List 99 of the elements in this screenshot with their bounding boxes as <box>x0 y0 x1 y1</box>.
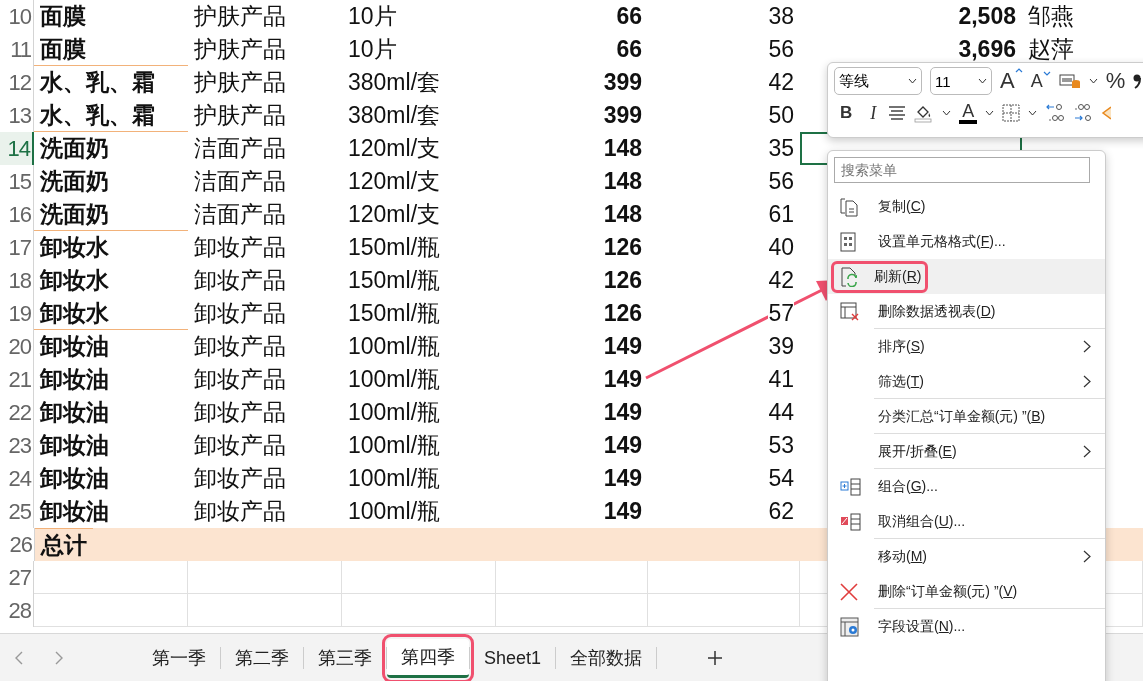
menu-item-label: 组合(G)... <box>877 476 939 496</box>
settings-icon <box>840 616 860 637</box>
scroll-left-icon[interactable] <box>14 651 24 665</box>
table-cell-text: 卸妆产品 <box>193 299 287 328</box>
menu-item-label: 设置单元格格式(F)... <box>877 231 1007 251</box>
align-center-icon[interactable] <box>888 105 907 121</box>
font-size-dropdown[interactable]: 11 <box>930 67 992 95</box>
copy-icon <box>840 196 860 217</box>
table-cell-text: 面膜 <box>39 2 87 31</box>
refresh-icon <box>840 266 860 287</box>
table-cell-text: 卸妆水 <box>39 266 110 295</box>
chevron-down-icon <box>978 78 987 84</box>
table-cell-text: 卸妆产品 <box>193 365 287 394</box>
table-cell-text: 邹燕 <box>1027 2 1075 31</box>
cell-styles-icon[interactable] <box>1058 72 1081 90</box>
row-header[interactable]: 26 <box>0 528 35 561</box>
menu-item[interactable]: 取消组合(U)... <box>828 504 1105 539</box>
sheet-tab[interactable]: 全部数据 <box>556 640 657 676</box>
menu-item[interactable]: 删除“订单金额(元) ”(V) <box>828 574 1105 609</box>
increase-font-button[interactable]: A <box>1000 68 1023 94</box>
table-cell: 卸妆水 <box>34 297 188 330</box>
menu-item-label: 分类汇总“订单金额(元) ”(B) <box>877 406 1047 426</box>
menu-item-label: 筛选(T) <box>877 371 925 391</box>
table-cell-text: 洗面奶 <box>39 134 110 163</box>
table-cell-text: 卸妆油 <box>39 398 110 427</box>
format-cells-icon <box>840 231 856 252</box>
menu-item-label: 取消组合(U)... <box>877 511 967 531</box>
decrease-font-button[interactable]: A <box>1030 70 1051 92</box>
table-cell-text: 卸妆产品 <box>193 497 287 526</box>
italic-button[interactable]: I <box>866 102 881 124</box>
table-cell-text: 卸妆油 <box>39 365 110 394</box>
caret-up-icon <box>1014 68 1023 73</box>
table-cell-text: 护肤产品 <box>193 101 287 130</box>
menu-item[interactable]: 刷新(R) <box>828 259 1105 294</box>
table-cell-text: 卸妆油 <box>39 431 110 460</box>
chevron-down-icon[interactable] <box>1028 110 1038 116</box>
table-cell-text: 卸妆产品 <box>193 398 287 427</box>
bold-button[interactable]: B <box>834 103 859 123</box>
chevron-down-icon[interactable] <box>1088 78 1098 84</box>
menu-item-label: 刷新(R) <box>834 263 926 290</box>
close-icon <box>840 582 858 601</box>
font-dropdown[interactable]: 等线 <box>834 67 922 95</box>
menu-item[interactable]: 复制(C) <box>828 189 1105 224</box>
table-cell-text: 卸妆油 <box>39 332 110 361</box>
table-cell-text: 护肤产品 <box>193 35 287 64</box>
scroll-right-icon[interactable] <box>54 651 64 665</box>
table-cell-text: 护肤产品 <box>193 68 287 97</box>
menu-item[interactable]: 删除数据透视表(D) <box>828 294 1105 329</box>
table-cell-text: 洗面奶 <box>39 167 110 196</box>
group-icon <box>840 477 862 496</box>
caret-down-icon <box>1042 70 1051 76</box>
add-sheet-icon[interactable] <box>707 650 724 666</box>
menu-item[interactable]: 组合(G)... <box>828 469 1105 504</box>
table-cell-text: 水、乳、霜 <box>38 68 156 97</box>
sheet-tab[interactable]: 第二季 <box>221 640 303 676</box>
menu-item[interactable]: 排序(S) <box>828 329 1105 364</box>
menu-search-field[interactable]: 搜索菜单 <box>834 157 1090 183</box>
menu-item-label: 字段设置(N)... <box>877 616 967 636</box>
table-cell-text: 卸妆油 <box>39 464 110 493</box>
table-cell-text: 赵萍 <box>1027 35 1075 64</box>
menu-item[interactable]: 展开/折叠(E) <box>828 434 1105 469</box>
ungroup-icon <box>840 512 862 531</box>
menu-item[interactable]: 移动(M) <box>828 539 1105 574</box>
menu-item-label: 复制(C) <box>877 196 927 216</box>
menu-item[interactable]: 分类汇总“订单金额(元) ”(B) <box>828 399 1105 434</box>
chevron-down-icon[interactable] <box>985 110 995 116</box>
table-cell-text: 卸妆产品 <box>193 431 287 460</box>
table-cell: 面膜 <box>34 33 188 66</box>
table-cell-text: 护肤产品 <box>193 2 287 31</box>
table-cell: 洗面奶 <box>34 198 188 231</box>
borders-icon[interactable] <box>1002 104 1021 122</box>
table-cell-text: 卸妆油 <box>39 497 110 526</box>
increase-decimal-icon[interactable] <box>1045 103 1066 123</box>
table-cell-text: 卸妆水 <box>39 233 110 262</box>
menu-item[interactable]: 设置单元格格式(F)... <box>828 224 1105 259</box>
table-cell-text: 卸妆产品 <box>193 332 287 361</box>
menu-item-label: 删除数据透视表(D) <box>877 301 997 321</box>
sheet-tab[interactable]: 第三季 <box>304 640 386 676</box>
font-color-button[interactable]: A <box>959 102 978 124</box>
decrease-decimal-icon[interactable] <box>1073 103 1094 123</box>
menu-item-label: 移动(M) <box>877 546 928 566</box>
active-cell[interactable] <box>800 132 1022 165</box>
total-label: 总计 <box>35 528 93 561</box>
row-header[interactable]: 14 <box>0 132 34 165</box>
menu-item[interactable]: 筛选(T) <box>828 364 1105 399</box>
menu-item-label: 排序(S) <box>877 336 926 356</box>
chevron-down-icon <box>908 78 917 84</box>
percent-style-button[interactable]: % <box>1105 68 1126 94</box>
table-cell-text: 卸妆产品 <box>193 233 287 262</box>
menu-item-label: 展开/折叠(E) <box>877 441 958 461</box>
chevron-down-icon[interactable] <box>942 110 952 116</box>
table-delete-icon <box>840 301 860 322</box>
comma-style-icon[interactable] <box>1133 73 1142 89</box>
menu-item[interactable]: 字段设置(N)... <box>828 609 1105 644</box>
table-cell-text: 卸妆产品 <box>193 464 287 493</box>
sheet-tab[interactable]: Sheet1 <box>470 641 556 675</box>
sheet-tab[interactable]: 第一季 <box>138 640 220 676</box>
menu-item-label: 删除“订单金额(元) ”(V) <box>877 581 1019 601</box>
table-cell-text: 卸妆产品 <box>193 266 287 295</box>
